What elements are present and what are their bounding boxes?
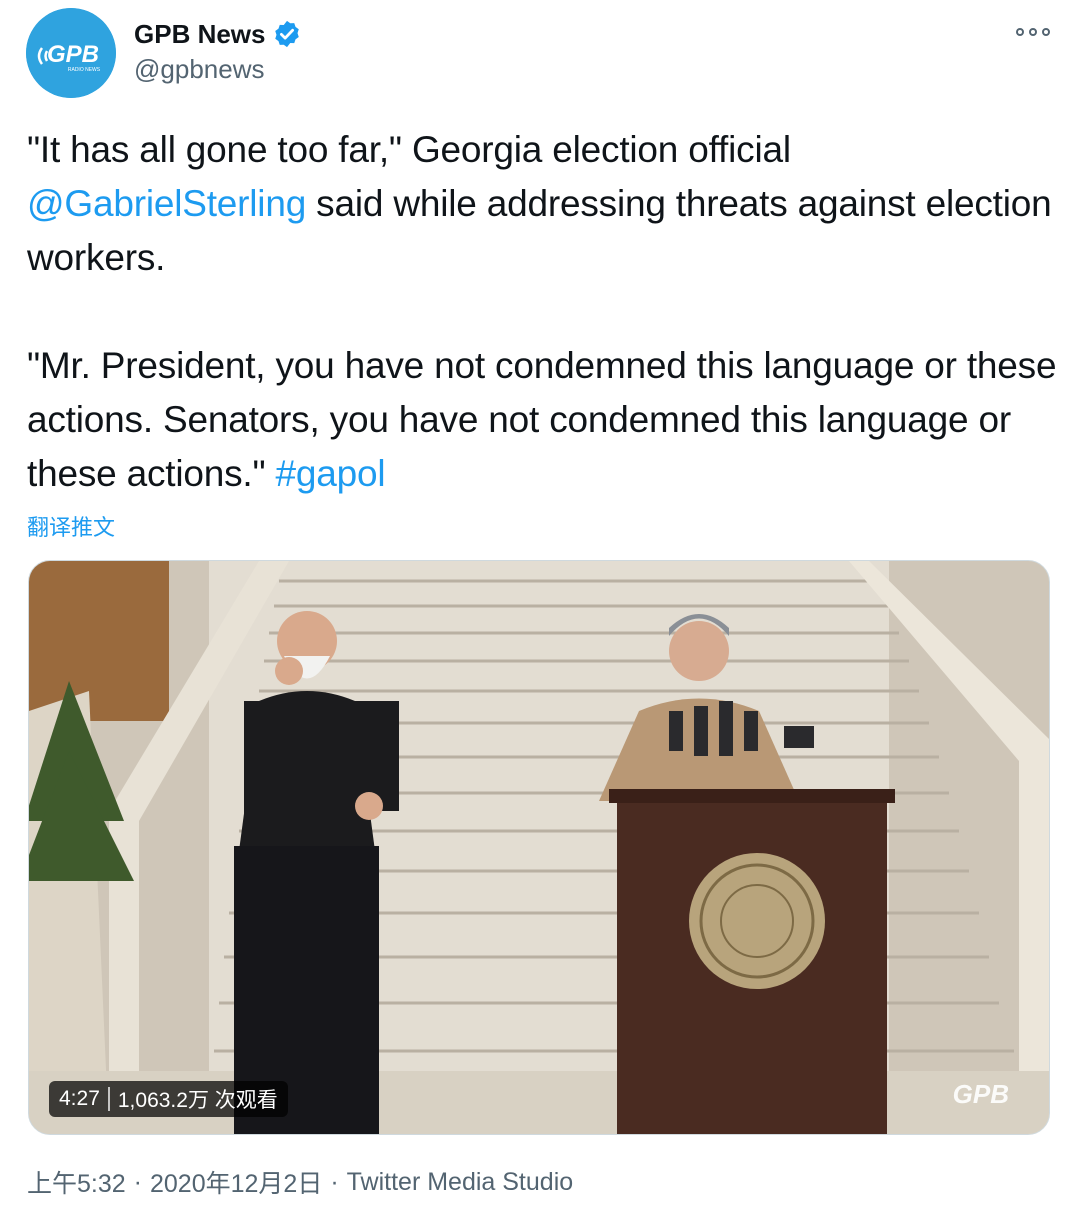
- video-duration: 4:27: [59, 1087, 100, 1110]
- video-thumbnail: [29, 561, 1049, 1134]
- tweet-card: GPB RADIO NEWS GPB News @gpbnews "It has…: [0, 0, 1080, 1206]
- tweet-source-link[interactable]: Twitter Media Studio: [347, 1168, 574, 1197]
- author-block: GPB News @gpbnews: [134, 16, 302, 85]
- meta-separator: ·: [330, 1167, 339, 1196]
- tweet-metadata: 上午5:32 · 2020年12月2日 · Twitter Media Stud…: [27, 1164, 573, 1200]
- author-name[interactable]: GPB News: [134, 19, 266, 50]
- meta-separator: ·: [133, 1167, 142, 1196]
- video-stats-badge: 4:27 1,063.2万 次观看: [49, 1081, 288, 1117]
- video-player[interactable]: 4:27 1,063.2万 次观看 GPB: [28, 560, 1050, 1135]
- avatar[interactable]: GPB RADIO NEWS: [26, 8, 116, 98]
- tweet-text-part1: "It has all gone too far," Georgia elect…: [27, 129, 801, 170]
- mention-link[interactable]: @GabrielSterling: [27, 183, 306, 224]
- tweet-date[interactable]: 2020年12月2日: [150, 1164, 322, 1200]
- gpb-logo-icon: GPB RADIO NEWS: [26, 8, 116, 98]
- tweet-time[interactable]: 上午5:32: [27, 1164, 126, 1200]
- verified-badge-icon: [272, 19, 302, 49]
- more-options-icon[interactable]: [1016, 22, 1050, 42]
- tweet-text-part2: said while addressing threats against el…: [27, 183, 1057, 494]
- video-view-count: 1,063.2万 次观看: [117, 1089, 278, 1112]
- broadcast-watermark: GPB: [952, 1079, 1009, 1109]
- svg-text:RADIO NEWS: RADIO NEWS: [68, 67, 101, 73]
- badge-divider: [107, 1087, 110, 1111]
- hashtag-link[interactable]: #gapol: [276, 453, 386, 494]
- translate-tweet-link[interactable]: 翻译推文: [27, 510, 115, 542]
- author-handle[interactable]: @gpbnews: [134, 54, 302, 85]
- tweet-text: "It has all gone too far," Georgia elect…: [27, 123, 1057, 501]
- svg-text:GPB: GPB: [47, 41, 99, 68]
